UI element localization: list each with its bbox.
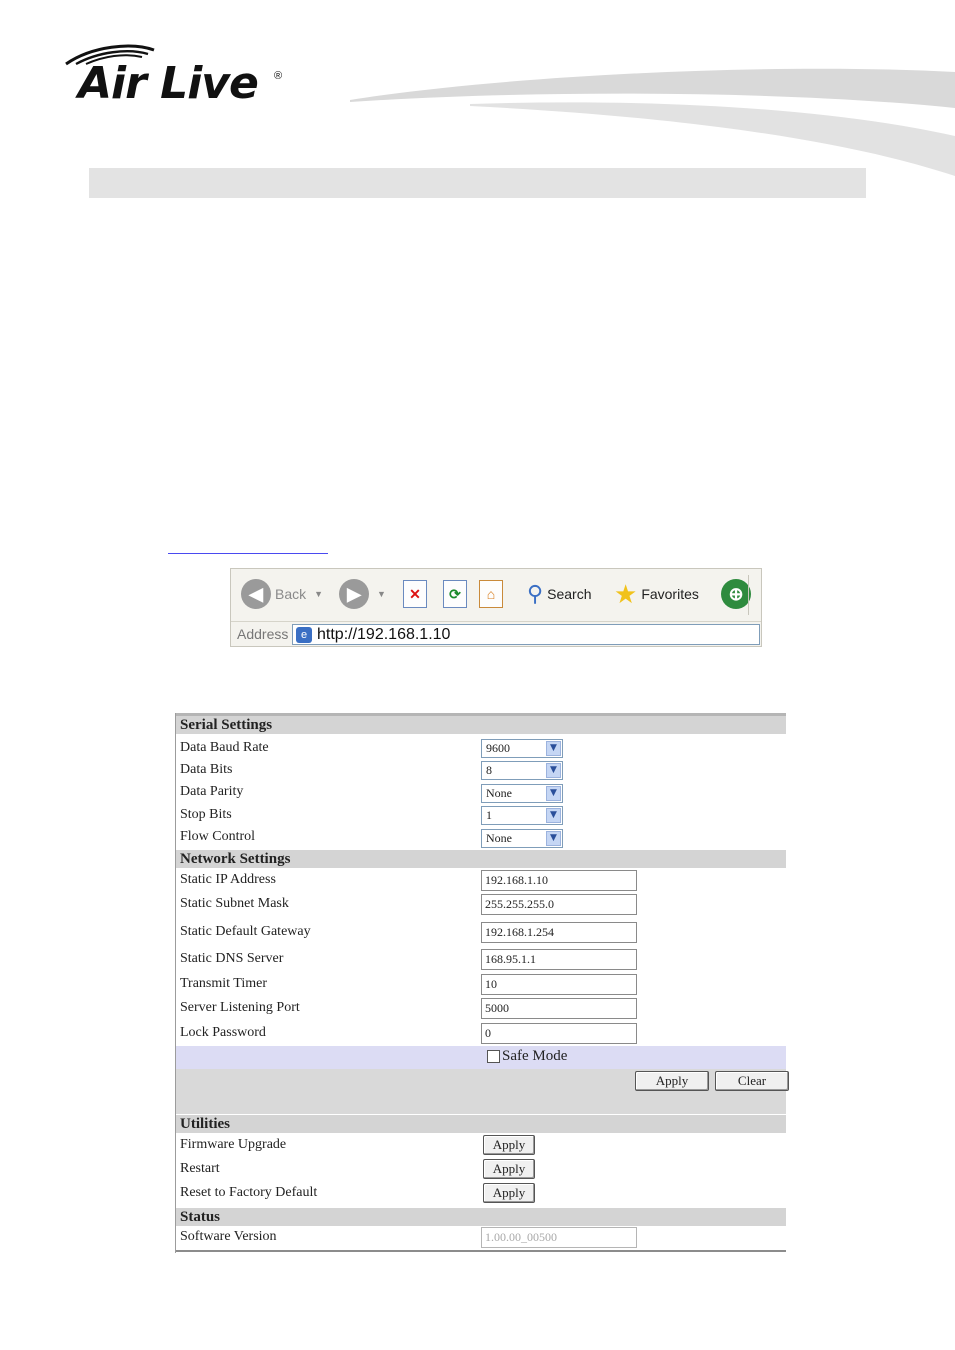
lock-password-input[interactable]: 0 (481, 1023, 637, 1044)
stop-icon: ✕ (403, 580, 427, 608)
toolbar-separator (748, 575, 749, 615)
data-bits-value: 8 (486, 763, 492, 777)
flow-control-value: None (486, 831, 512, 845)
dns-server-input[interactable]: 168.95.1.1 (481, 949, 637, 970)
listening-port-input[interactable]: 5000 (481, 998, 637, 1019)
logo-wordmark: Air Live (78, 58, 259, 109)
media-icon: ⊕ (721, 579, 751, 609)
chevron-down-icon[interactable]: ▼ (546, 786, 561, 801)
star-icon: ★ (614, 578, 638, 609)
chevron-down-icon[interactable]: ▼ (546, 763, 561, 778)
refresh-icon: ⟳ (443, 580, 467, 608)
panel-bottom-border (176, 1250, 786, 1252)
baud-rate-value: 9600 (486, 741, 510, 755)
static-ip-label: Static IP Address (180, 872, 276, 887)
factory-reset-button[interactable]: Apply (483, 1183, 535, 1203)
flow-control-select[interactable]: None ▼ (481, 829, 563, 848)
serial-settings-header: Serial Settings (176, 713, 786, 734)
stop-bits-select[interactable]: 1 ▼ (481, 806, 563, 825)
listening-port-label: Server Listening Port (180, 1000, 300, 1015)
stop-bits-label: Stop Bits (180, 807, 232, 822)
software-version-field: 1.00.00_00500 (481, 1227, 637, 1248)
address-input[interactable]: e http://192.168.1.10 (292, 624, 760, 645)
address-bar: Address e http://192.168.1.10 (231, 621, 761, 648)
static-ip-input[interactable]: 192.168.1.10 (481, 870, 637, 891)
chevron-down-icon[interactable]: ▼ (546, 741, 561, 756)
chevron-down-icon[interactable]: ▼ (314, 589, 323, 599)
apply-button[interactable]: Apply (635, 1071, 709, 1091)
safe-mode-label: Safe Mode (502, 1048, 568, 1064)
restart-button[interactable]: Apply (483, 1159, 535, 1179)
refresh-button[interactable]: ⟳ (443, 577, 467, 611)
stop-button[interactable]: ✕ (403, 577, 427, 611)
forward-button[interactable]: ▶ ▼ (339, 577, 386, 611)
data-parity-select[interactable]: None ▼ (481, 784, 563, 803)
baud-rate-label: Data Baud Rate (180, 740, 269, 755)
browser-toolbar: ◀ Back ▼ ▶ ▼ ✕ ⟳ ⌂ ⚲ Search ★ Favorites … (230, 568, 762, 647)
baud-rate-select[interactable]: 9600 ▼ (481, 739, 563, 758)
favorites-label: Favorites (641, 586, 699, 602)
header-swoosh-graphic (350, 68, 955, 176)
software-version-label: Software Version (180, 1229, 277, 1244)
status-header: Status (176, 1208, 786, 1226)
safe-mode-row: Safe Mode (176, 1046, 786, 1069)
back-arrow-icon: ◀ (241, 579, 271, 609)
data-parity-value: None (486, 786, 512, 800)
data-bits-select[interactable]: 8 ▼ (481, 761, 563, 780)
home-icon: ⌂ (479, 580, 503, 608)
search-label: Search (547, 586, 592, 602)
clear-button[interactable]: Clear (715, 1071, 789, 1091)
utilities-header: Utilities (176, 1115, 786, 1133)
search-icon: ⚲ (527, 581, 544, 606)
flow-control-label: Flow Control (180, 829, 256, 844)
media-button[interactable]: ⊕ (721, 577, 751, 611)
transmit-timer-label: Transmit Timer (180, 976, 268, 991)
search-button[interactable]: ⚲ Search (527, 577, 591, 611)
firmware-upgrade-button[interactable]: Apply (483, 1135, 535, 1155)
stop-bits-value: 1 (486, 808, 492, 822)
settings-panel: Serial Settings Data Baud Rate 9600 ▼ Dat… (175, 713, 789, 1253)
chevron-down-icon[interactable]: ▼ (377, 589, 386, 599)
page-icon: e (296, 627, 312, 643)
forward-arrow-icon: ▶ (339, 579, 369, 609)
safe-mode-checkbox[interactable] (487, 1050, 500, 1063)
restart-label: Restart (180, 1161, 220, 1176)
chevron-down-icon[interactable]: ▼ (546, 831, 561, 846)
factory-reset-label: Reset to Factory Default (180, 1185, 318, 1200)
subnet-mask-input[interactable]: 255.255.255.0 (481, 894, 637, 915)
default-gateway-input[interactable]: 192.168.1.254 (481, 922, 637, 943)
data-parity-label: Data Parity (180, 784, 244, 799)
chevron-down-icon[interactable]: ▼ (546, 808, 561, 823)
transmit-timer-input[interactable]: 10 (481, 974, 637, 995)
address-label: Address (237, 626, 289, 642)
lock-password-label: Lock Password (180, 1025, 266, 1040)
back-label: Back (275, 586, 307, 602)
network-settings-header: Network Settings (176, 850, 786, 868)
back-button[interactable]: ◀ Back ▼ (241, 577, 323, 611)
firmware-upgrade-label: Firmware Upgrade (180, 1137, 287, 1152)
network-actions-row: Apply Clear (176, 1069, 789, 1114)
subnet-mask-label: Static Subnet Mask (180, 896, 289, 911)
airlive-logo: Air Live ® (62, 42, 292, 112)
dns-server-label: Static DNS Server (180, 951, 284, 966)
data-bits-label: Data Bits (180, 762, 233, 777)
home-button[interactable]: ⌂ (479, 577, 503, 611)
hyperlink-underline[interactable] (168, 553, 328, 554)
registered-mark: ® (274, 70, 283, 82)
default-gateway-label: Static Default Gateway (180, 924, 311, 939)
favorites-button[interactable]: ★ Favorites (614, 577, 699, 611)
section-title-bar (89, 168, 866, 198)
address-url: http://192.168.1.10 (317, 626, 451, 643)
